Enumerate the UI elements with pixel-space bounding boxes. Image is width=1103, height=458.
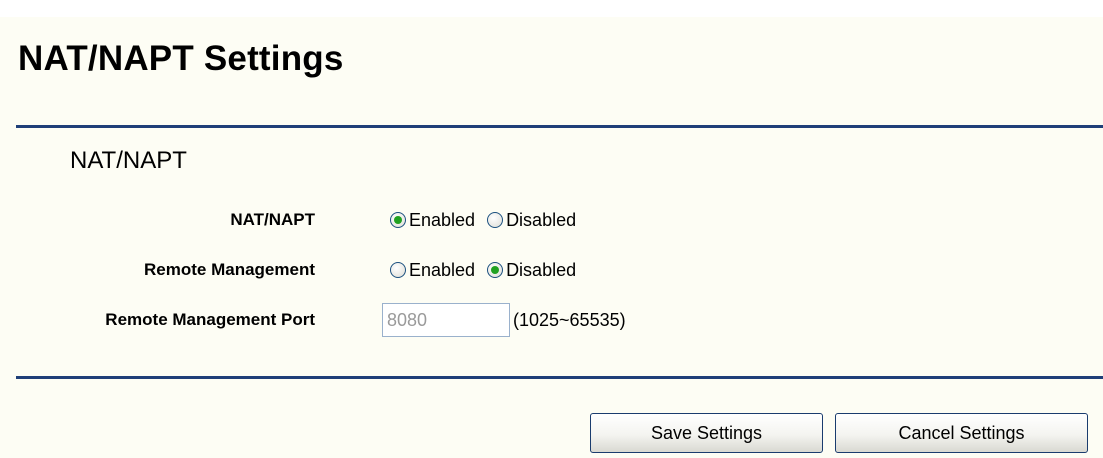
nat-napt-disabled-label[interactable]: Disabled	[506, 210, 576, 230]
remote-management-port-label: Remote Management Port	[105, 310, 315, 329]
radio-selected-dot	[491, 266, 500, 274]
section-title: NAT/NAPT	[70, 147, 187, 174]
port-range-hint: (1025~65535)	[513, 310, 626, 330]
nat-napt-enabled-label[interactable]: Enabled	[409, 210, 475, 230]
save-settings-button[interactable]: Save Settings	[590, 413, 823, 453]
settings-panel: NAT/NAPT Settings NAT/NAPT NAT/NAPT Enab…	[0, 17, 1103, 458]
nat-napt-enabled-radio[interactable]	[390, 212, 406, 228]
page-title: NAT/NAPT Settings	[18, 39, 344, 78]
remote-management-disabled-label[interactable]: Disabled	[506, 260, 576, 280]
bottom-divider	[16, 376, 1103, 379]
top-divider	[16, 125, 1103, 128]
remote-management-label: Remote Management	[144, 260, 315, 279]
remote-management-radio-group: Enabled Disabled	[390, 259, 588, 281]
remote-management-enabled-label[interactable]: Enabled	[409, 260, 475, 280]
cancel-settings-button[interactable]: Cancel Settings	[835, 413, 1088, 453]
nat-napt-label: NAT/NAPT	[230, 210, 315, 229]
remote-management-enabled-radio[interactable]	[390, 262, 406, 278]
nat-napt-radio-group: Enabled Disabled	[390, 209, 588, 231]
remote-management-disabled-radio[interactable]	[487, 262, 504, 278]
nat-napt-disabled-radio[interactable]	[487, 212, 504, 228]
remote-management-port-input[interactable]	[382, 303, 510, 337]
radio-selected-dot	[394, 216, 402, 224]
